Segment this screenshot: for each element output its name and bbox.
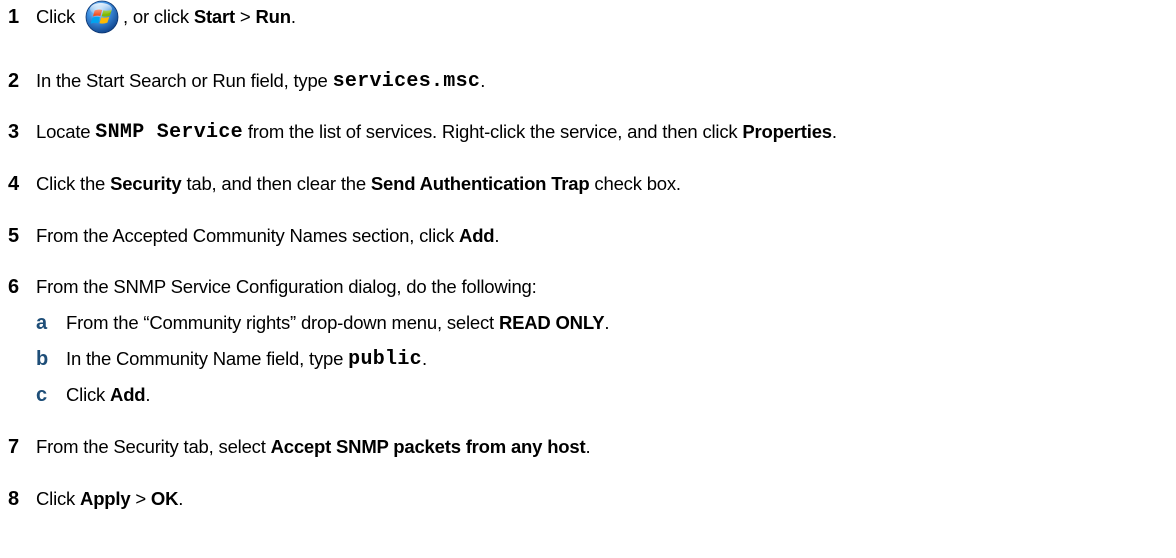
step-text: . [145, 384, 151, 405]
step-text: . [480, 70, 486, 91]
windows-start-orb-icon[interactable] [85, 0, 119, 34]
service-name-snmp: SNMP Service [95, 120, 243, 144]
step-text: . [421, 348, 427, 369]
step-text: . [290, 6, 296, 27]
step-text: From the Security tab, select [36, 436, 271, 457]
step-text: from the list of services. Right-click t… [242, 121, 743, 142]
step-number: 3 [8, 120, 19, 143]
step-text: From the “Community rights” drop-down me… [66, 312, 499, 333]
ui-label-accept-snmp-packets: Accept SNMP packets from any host [270, 436, 586, 457]
step-text: Click the [36, 173, 111, 194]
step-text: . [178, 488, 184, 509]
step-7: 7 From the Security tab, select Accept S… [8, 430, 591, 464]
step-number: 2 [8, 69, 19, 92]
ui-label-add: Add [110, 384, 146, 405]
step-text: check box. [589, 173, 681, 194]
command-services-msc: services.msc [332, 69, 481, 93]
step-4: 4 Click the Security tab, and then clear… [8, 167, 681, 201]
ui-label-ok: OK [150, 488, 179, 509]
step-8: 8 Click Apply > OK . [8, 482, 183, 516]
step-text: Click [36, 6, 81, 27]
substep-6b: b In the Community Name field, type publ… [36, 342, 427, 376]
ui-label-read-only: READ ONLY [498, 312, 605, 333]
step-text: In the Community Name field, type [66, 348, 349, 369]
substep-letter: b [36, 347, 49, 370]
step-text: . [585, 436, 591, 457]
step-text: tab, and then clear the [181, 173, 371, 194]
step-number: 5 [8, 224, 19, 247]
ui-label-properties: Properties [742, 121, 832, 142]
substep-letter: a [36, 311, 47, 334]
step-number: 1 [8, 5, 19, 28]
step-6: 6 From the SNMP Service Configuration di… [8, 270, 537, 304]
step-1: 1 Click , or click Start > Run . [8, 0, 296, 34]
step-text: In the Start Search or Run field, type [36, 70, 333, 91]
step-2: 2 In the Start Search or Run field, type… [8, 64, 485, 98]
ui-label-apply: Apply [80, 488, 131, 509]
step-text: . [494, 225, 500, 246]
step-text: > [234, 6, 256, 27]
step-text: , or click [123, 6, 194, 27]
substep-letter: c [36, 383, 47, 406]
step-text: . [831, 121, 837, 142]
step-number: 6 [8, 275, 19, 298]
ui-label-run: Run [255, 6, 291, 27]
step-3: 3 Locate SNMP Service from the list of s… [8, 115, 837, 149]
step-5: 5 From the Accepted Community Names sect… [8, 219, 500, 253]
step-text: Click [36, 488, 81, 509]
ui-label-add: Add [459, 225, 495, 246]
substep-6c: c Click Add . [36, 378, 151, 412]
step-number: 7 [8, 435, 19, 458]
step-text: . [604, 312, 610, 333]
step-number: 4 [8, 172, 19, 195]
step-number: 8 [8, 487, 19, 510]
step-text: From the Accepted Community Names sectio… [36, 225, 460, 246]
substep-6a: a From the “Community rights” drop-down … [36, 306, 610, 340]
ui-label-send-authentication-trap: Send Authentication Trap [370, 173, 590, 194]
step-text: > [130, 488, 151, 509]
ui-label-security: Security [110, 173, 182, 194]
ui-label-start: Start [193, 6, 235, 27]
step-text: Locate [36, 121, 96, 142]
step-text: From the SNMP Service Configuration dial… [36, 276, 537, 297]
community-name-public: public [348, 347, 422, 371]
step-text: Click [66, 384, 111, 405]
